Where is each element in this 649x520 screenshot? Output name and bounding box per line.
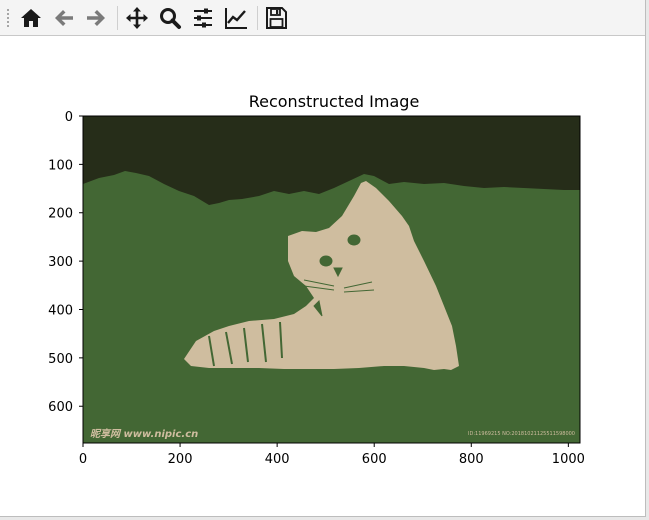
x-tick-label: 600 [362,452,387,467]
y-tick-label: 500 [48,352,73,367]
forward-button[interactable] [82,4,110,32]
configure-subplots-button[interactable] [189,4,217,32]
y-tick-label: 200 [48,207,73,222]
reconstructed-image: 昵享网 www.nipic.cn ID:11969215 NO:20181021… [83,116,580,443]
save-icon [266,7,287,29]
x-tick-label: 200 [168,452,193,467]
back-button[interactable] [50,4,78,32]
x-tick-label: 400 [265,452,290,467]
toolbar-separator [257,6,258,30]
image-watermark-left: 昵享网 www.nipic.cn [90,428,198,440]
edit-axis-icon [225,8,247,29]
x-tick-label: 0 [79,452,87,467]
x-tick-label: 800 [459,452,484,467]
y-tick-label: 100 [48,158,73,173]
back-arrow-icon [55,10,73,26]
y-tick-label: 600 [48,400,73,415]
home-icon [21,9,41,27]
save-button[interactable] [262,4,290,32]
configure-subplots-icon [194,8,212,28]
pan-button[interactable] [123,4,151,32]
zoom-icon [160,8,181,29]
pan-icon [126,7,148,29]
y-tick-label: 300 [48,255,73,270]
zoom-button[interactable] [156,4,184,32]
home-button[interactable] [17,4,45,32]
toolbar-separator [117,6,118,30]
axes[interactable]: 昵享网 www.nipic.cn ID:11969215 NO:20181021… [4,36,642,514]
figure-window: Reconstructed Image 昵享网 www.nipic.cn ID:… [0,0,646,517]
y-axis: 0 100 200 300 400 500 600 [48,110,83,415]
edit-axis-button[interactable] [222,4,250,32]
navigation-toolbar [0,0,645,36]
image-watermark-right: ID:11969215 NO:20181021125511598000 [468,431,575,437]
x-axis: 0 200 400 600 800 1000 [79,443,585,467]
y-tick-label: 400 [48,303,73,318]
y-tick-label: 0 [65,110,73,125]
figure-canvas[interactable]: Reconstructed Image 昵享网 www.nipic.cn ID:… [4,36,642,514]
x-tick-label: 1000 [552,452,585,467]
forward-arrow-icon [87,10,105,26]
toolbar-grip[interactable] [6,8,10,28]
